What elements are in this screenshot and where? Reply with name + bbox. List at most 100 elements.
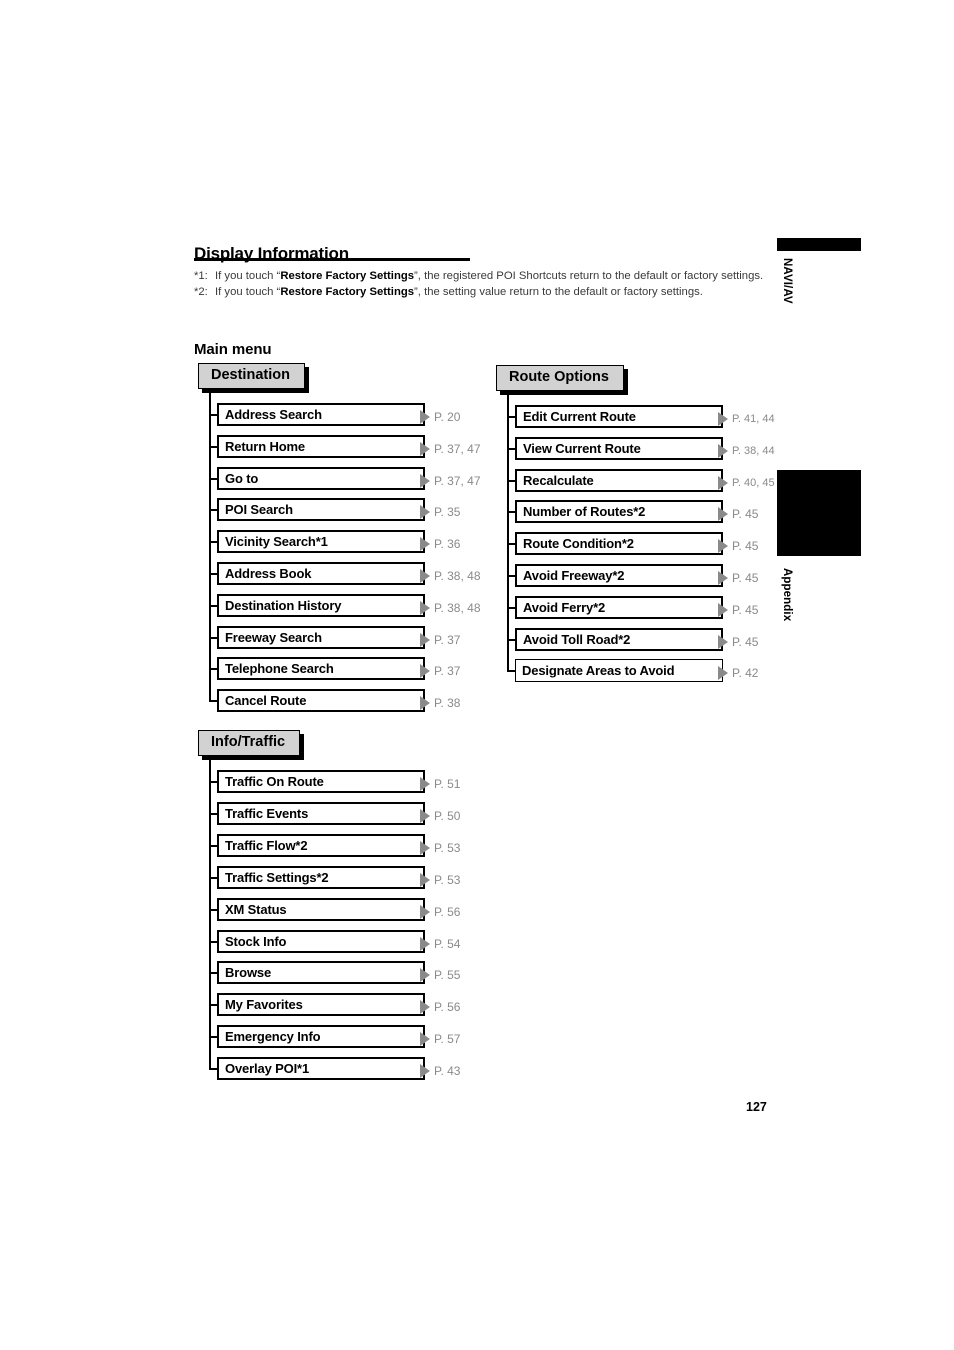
menu-item-label: Telephone Search — [225, 661, 334, 677]
menu-item-label: Go to — [225, 470, 259, 486]
menu-item-button[interactable]: Edit Current Route — [515, 405, 723, 428]
menu-item-button[interactable]: Avoid Ferry*2 — [515, 595, 723, 619]
menu-item-button[interactable]: Traffic Flow*2 — [217, 833, 425, 857]
page-reference-arrow-icon — [420, 441, 430, 456]
footnote-marker: *2: — [194, 285, 208, 298]
menu-item-button[interactable]: Traffic Events — [217, 801, 425, 825]
menu-item-button[interactable]: Freeway Search — [217, 625, 425, 649]
menu-item-label: Designate Areas to Avoid — [522, 663, 675, 679]
menu-item-button[interactable]: Destination History — [217, 593, 425, 617]
menu-item-button[interactable]: Address Book — [217, 562, 425, 585]
menu-item-button[interactable]: Overlay POI*1 — [217, 1057, 425, 1081]
menu-item-label: Vicinity Search*1 — [225, 534, 328, 550]
menu-group-route-options: Route Options Edit Current Route P. 41, 44… — [496, 365, 775, 683]
menu-item-label: Destination History — [225, 597, 342, 613]
menu-item-button[interactable]: Stock Info — [217, 929, 425, 953]
menu-item-button[interactable]: View Current Route — [515, 436, 723, 460]
page-reference: P. 41, 44 — [732, 413, 775, 425]
menu-item-label: XM Status — [225, 901, 287, 917]
page-reference-arrow-icon — [420, 1000, 430, 1015]
page-reference: P. 37, 47 — [434, 473, 481, 488]
page-reference-arrow-icon — [420, 777, 430, 791]
menu-group-info-traffic: Info/Traffic Traffic On Route P. 51 Traffic… — [198, 730, 460, 1081]
page-reference-arrow-icon — [718, 571, 728, 585]
menu-item-label: POI Search — [225, 502, 293, 518]
menu-group-header-destination: Destination — [198, 363, 305, 389]
tree-trunk-line — [209, 756, 211, 1069]
page-reference: P. 40, 45 — [732, 476, 775, 489]
page-reference: P. 36 — [434, 537, 461, 552]
page-reference: P. 51 — [434, 777, 461, 791]
menu-item-label: My Favorites — [225, 997, 303, 1013]
page-reference: P. 54 — [434, 936, 461, 951]
menu-item-button[interactable]: Route Condition*2 — [515, 532, 723, 556]
navi-av-tab-label: NAVI/AV — [781, 258, 793, 304]
menu-group-header-route-options: Route Options — [496, 365, 624, 391]
page-reference: P. 45 — [732, 507, 759, 522]
page-reference: P. 42 — [732, 666, 759, 681]
page-reference: P. 37 — [434, 632, 461, 647]
page-reference-arrow-icon — [420, 473, 430, 488]
menu-item-button[interactable]: Avoid Toll Road*2 — [515, 627, 723, 651]
page-reference-arrow-icon — [718, 412, 728, 426]
footnote-marker: *1: — [194, 270, 208, 282]
menu-item-button[interactable]: Vicinity Search*1 — [217, 530, 425, 554]
menu-item-label: Address Search — [225, 407, 322, 422]
menu-item-label: Traffic Events — [225, 805, 309, 821]
menu-item-button[interactable]: Emergency Info — [217, 1025, 425, 1049]
menu-item-label: Avoid Toll Road*2 — [523, 631, 631, 647]
page-reference: P. 43 — [434, 1064, 461, 1079]
page-reference-arrow-icon — [420, 840, 430, 855]
page-reference-arrow-icon — [420, 968, 430, 983]
tree-trunk-line — [507, 391, 509, 671]
menu-item-label: Stock Info — [225, 933, 287, 949]
page-reference: P. 38 — [434, 696, 461, 711]
page-reference-arrow-icon — [420, 696, 430, 711]
menu-item-label: Cancel Route — [225, 693, 307, 709]
menu-item-button[interactable]: My Favorites — [217, 993, 425, 1017]
page-reference: P. 38, 48 — [434, 600, 481, 615]
page-reference-arrow-icon — [718, 475, 728, 490]
menu-item-label: Emergency Info — [225, 1029, 321, 1045]
menu-item-button[interactable]: Go to — [217, 466, 425, 490]
menu-item-label: Route Condition*2 — [523, 536, 634, 552]
manual-page: Display Information *1: If you touch “Res… — [0, 0, 954, 1350]
page-reference-arrow-icon — [420, 410, 430, 424]
menu-item-button[interactable]: Traffic On Route — [217, 770, 425, 793]
page-reference: P. 38, 48 — [434, 569, 481, 583]
menu-group-destination: Destination Address Search P. 20 Return Hom… — [198, 363, 481, 713]
page-reference: P. 53 — [434, 840, 461, 855]
menu-item-button[interactable]: Browse — [217, 961, 425, 985]
menu-item-button[interactable]: Designate Areas to Avoid — [515, 659, 723, 683]
tree-trunk-line — [209, 389, 211, 701]
menu-item-label: Freeway Search — [225, 629, 322, 645]
page-reference: P. 45 — [732, 634, 759, 649]
page-reference-arrow-icon — [718, 539, 728, 554]
menu-item-button[interactable]: POI Search — [217, 498, 425, 522]
footnote-list: *1: If you touch “Restore Factory Setting… — [194, 269, 772, 300]
page-reference-arrow-icon — [718, 634, 728, 649]
footnote-1: *1: If you touch “Restore Factory Setting… — [194, 269, 772, 285]
menu-item-button[interactable]: Traffic Settings*2 — [217, 865, 425, 889]
menu-item-label: Number of Routes*2 — [523, 504, 646, 520]
menu-item-button[interactable]: Number of Routes*2 — [515, 500, 723, 524]
page-reference: P. 20 — [434, 410, 461, 424]
menu-item-button[interactable]: Return Home — [217, 434, 425, 458]
menu-item-button[interactable]: Avoid Freeway*2 — [515, 564, 723, 587]
menu-item-label: Browse — [225, 965, 272, 981]
page-reference: P. 45 — [732, 539, 759, 554]
page-reference-arrow-icon — [718, 666, 728, 681]
menu-item-button[interactable]: Recalculate — [515, 468, 723, 492]
page-title: Display Information — [194, 244, 349, 264]
menu-item-button[interactable]: Telephone Search — [217, 657, 425, 681]
menu-item-button[interactable]: XM Status — [217, 897, 425, 921]
page-reference-arrow-icon — [420, 1032, 430, 1047]
menu-item-button[interactable]: Address Search — [217, 403, 425, 426]
page-reference: P. 45 — [732, 602, 759, 617]
footnote-emphasis: Restore Factory Settings — [280, 285, 415, 298]
page-reference: P. 38, 44 — [732, 444, 775, 457]
menu-item-label: Edit Current Route — [523, 409, 636, 424]
menu-item-button[interactable]: Cancel Route — [217, 689, 425, 713]
appendix-tab-block — [777, 470, 861, 556]
page-reference-arrow-icon — [420, 537, 430, 552]
